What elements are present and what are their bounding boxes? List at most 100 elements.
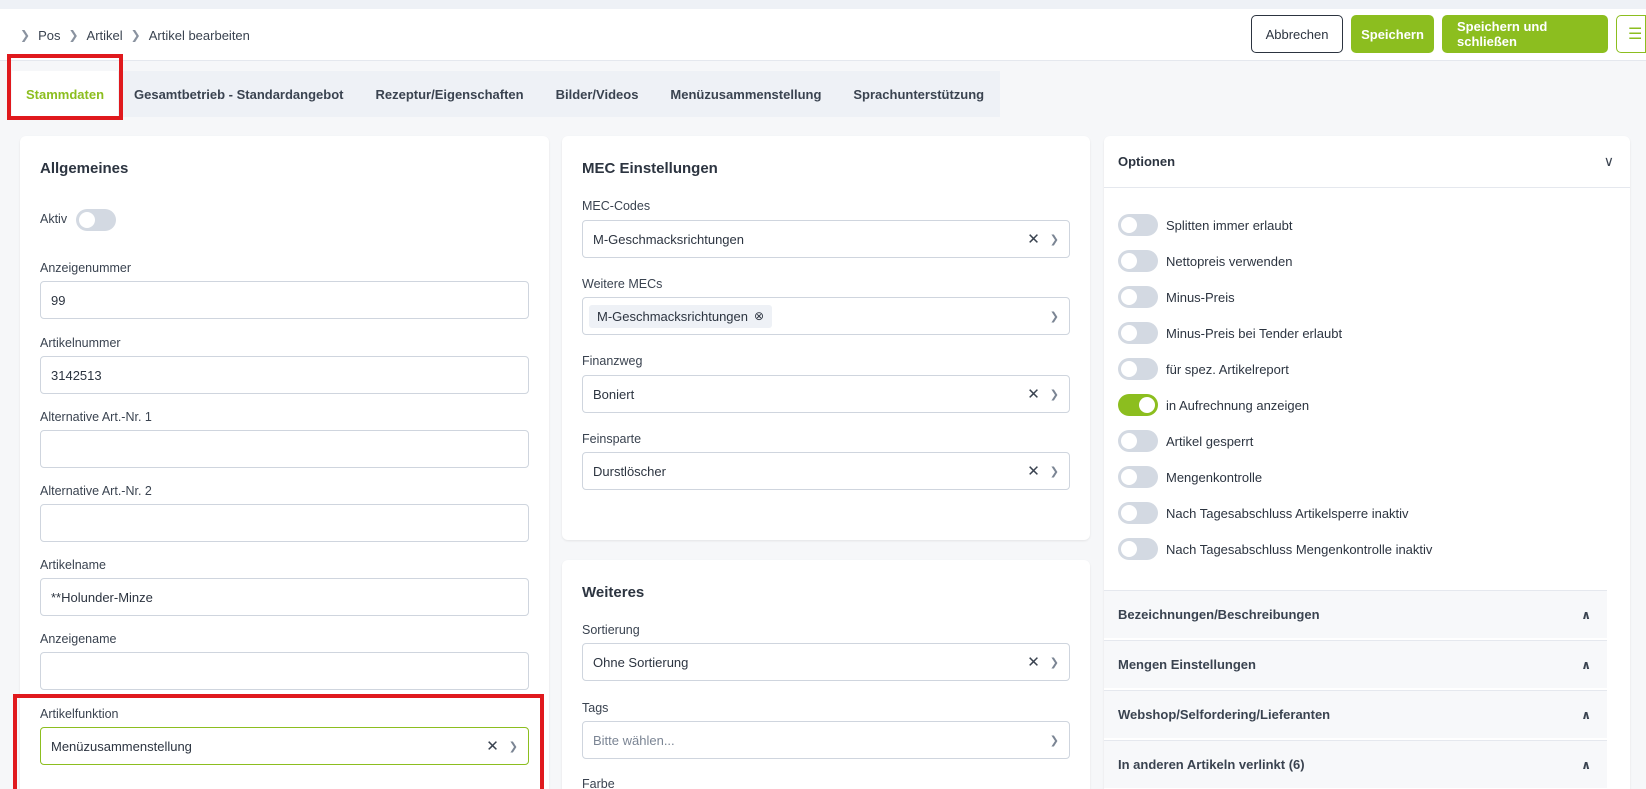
option-toggle[interactable] — [1118, 502, 1158, 524]
clear-icon[interactable]: ✕ — [1027, 462, 1040, 480]
option-row[interactable]: Splitten immer erlaubt — [1118, 214, 1292, 236]
tab-rezeptur[interactable]: Rezeptur/Eigenschaften — [359, 71, 539, 117]
chevron-down-icon[interactable]: ∨ — [1604, 153, 1614, 170]
chevron-up-icon[interactable]: ∧ — [1581, 758, 1591, 772]
finance-select[interactable]: Boniert ✕ ❯ — [582, 375, 1070, 413]
mec-chip: M-Geschmacksrichtungen ⊗ — [589, 304, 773, 328]
option-toggle[interactable] — [1118, 322, 1158, 344]
display-name-input[interactable] — [40, 652, 529, 690]
option-toggle[interactable] — [1118, 286, 1158, 308]
section-bezeichnungen[interactable]: Bezeichnungen/Beschreibungen ∧ — [1104, 590, 1607, 638]
chevron-right-icon: ❯ — [20, 28, 31, 42]
clear-icon[interactable]: ✕ — [486, 737, 499, 755]
mec-codes-label: MEC-Codes — [582, 199, 651, 213]
breadcrumb-artikel[interactable]: Artikel — [87, 28, 123, 43]
more-mecs-label: Weitere MECs — [582, 277, 663, 291]
option-row[interactable]: Minus-Preis bei Tender erlaubt — [1118, 322, 1342, 344]
active-toggle[interactable] — [76, 209, 116, 231]
display-name-label: Anzeigename — [40, 632, 117, 646]
clear-icon[interactable]: ✕ — [1027, 230, 1040, 248]
section-mengen[interactable]: Mengen Einstellungen ∧ — [1104, 640, 1607, 688]
sort-select[interactable]: Ohne Sortierung ✕ ❯ — [582, 643, 1070, 681]
chevron-right-icon: ❯ — [68, 28, 79, 42]
option-toggle[interactable] — [1118, 250, 1158, 272]
clear-icon[interactable]: ✕ — [1027, 385, 1040, 403]
tab-bilder-videos[interactable]: Bilder/Videos — [540, 71, 655, 117]
header-bar: ❯ Pos ❯ Artikel ❯ Artikel bearbeiten Abb… — [0, 9, 1646, 61]
tags-label: Tags — [582, 701, 609, 715]
tab-menuezusammenstellung[interactable]: Menüzusammenstellung — [654, 71, 837, 117]
more-title: Weiteres — [582, 584, 645, 601]
tab-stammdaten[interactable]: Stammdaten — [12, 71, 118, 117]
function-label: Artikelfunktion — [40, 707, 119, 721]
function-select[interactable]: Menüzusammenstellung ✕ ❯ — [40, 727, 529, 765]
option-row[interactable]: Mengenkontrolle — [1118, 466, 1262, 488]
save-button[interactable]: Speichern — [1351, 15, 1434, 53]
breadcrumb-current: Artikel bearbeiten — [148, 27, 250, 43]
chip-remove-icon[interactable]: ⊗ — [754, 309, 764, 323]
chevron-down-icon[interactable]: ❯ — [1050, 388, 1059, 401]
options-card: Optionen ∨ Splitten immer erlaubt Nettop… — [1104, 136, 1630, 789]
tab-gesamtbetrieb[interactable]: Gesamtbetrieb - Standardangebot — [118, 71, 359, 117]
option-toggle[interactable] — [1118, 358, 1158, 380]
option-row[interactable]: Nach Tagesabschluss Artikelsperre inakti… — [1118, 502, 1409, 524]
chevron-down-icon[interactable]: ❯ — [1050, 310, 1059, 323]
display-number-label: Anzeigenummer — [40, 261, 132, 275]
clear-icon[interactable]: ✕ — [1027, 653, 1040, 671]
option-toggle[interactable] — [1118, 214, 1158, 236]
option-row[interactable]: für spez. Artikelreport — [1118, 358, 1289, 380]
tab-sprachunterstuetzung[interactable]: Sprachunterstützung — [837, 71, 1000, 117]
breadcrumb: ❯ Pos ❯ Artikel ❯ Artikel bearbeiten — [20, 9, 250, 61]
option-toggle[interactable] — [1118, 394, 1158, 416]
mec-title: MEC Einstellungen — [582, 160, 718, 177]
chevron-up-icon[interactable]: ∧ — [1581, 608, 1591, 622]
mec-card: MEC Einstellungen MEC-Codes M-Geschmacks… — [562, 136, 1090, 540]
option-row[interactable]: Minus-Preis — [1118, 286, 1235, 308]
division-select[interactable]: Durstlöscher ✕ ❯ — [582, 452, 1070, 490]
chevron-up-icon[interactable]: ∧ — [1581, 708, 1591, 722]
section-webshop[interactable]: Webshop/Selfordering/Lieferanten ∧ — [1104, 690, 1607, 738]
finance-label: Finanzweg — [582, 354, 643, 368]
option-row[interactable]: Nach Tagesabschluss Mengenkontrolle inak… — [1118, 538, 1432, 560]
name-input[interactable]: **Holunder-Minze — [40, 578, 529, 616]
options-header[interactable]: Optionen ∨ — [1104, 136, 1630, 188]
alt2-input[interactable] — [40, 504, 529, 542]
general-title: Allgemeines — [40, 160, 129, 177]
division-label: Feinsparte — [582, 432, 642, 446]
chevron-down-icon[interactable]: ❯ — [1050, 656, 1059, 669]
hamburger-icon[interactable]: ☰ — [1616, 15, 1646, 53]
more-mecs-select[interactable]: M-Geschmacksrichtungen ⊗ ❯ — [582, 297, 1070, 335]
breadcrumb-pos[interactable]: Pos — [38, 28, 60, 43]
alt1-input[interactable] — [40, 430, 529, 468]
display-number-input[interactable]: 99 — [40, 281, 529, 319]
option-toggle[interactable] — [1118, 538, 1158, 560]
option-toggle[interactable] — [1118, 466, 1158, 488]
article-number-input[interactable]: 3142513 — [40, 356, 529, 394]
mec-codes-select[interactable]: M-Geschmacksrichtungen ✕ ❯ — [582, 220, 1070, 258]
article-number-label: Artikelnummer — [40, 336, 121, 350]
tags-select[interactable]: Bitte wählen... ❯ — [582, 721, 1070, 759]
option-row[interactable]: Nettopreis verwenden — [1118, 250, 1292, 272]
chevron-down-icon[interactable]: ❯ — [509, 740, 518, 753]
header-actions: Abbrechen Speichern Speichern und schlie… — [1251, 15, 1646, 53]
top-strip — [0, 0, 1646, 9]
option-row[interactable]: Artikel gesperrt — [1118, 430, 1253, 452]
chevron-down-icon[interactable]: ❯ — [1050, 734, 1059, 747]
option-row[interactable]: in Aufrechnung anzeigen — [1118, 394, 1309, 416]
alt2-label: Alternative Art.-Nr. 2 — [40, 484, 152, 498]
name-label: Artikelname — [40, 558, 106, 572]
general-card: Allgemeines Aktiv Anzeigenummer 99 Artik… — [20, 136, 549, 789]
color-label: Farbe — [582, 777, 615, 789]
save-close-button[interactable]: Speichern und schließen — [1442, 15, 1608, 53]
option-toggle[interactable] — [1118, 430, 1158, 452]
active-label: Aktiv — [40, 212, 68, 226]
chevron-down-icon[interactable]: ❯ — [1050, 233, 1059, 246]
chevron-right-icon: ❯ — [130, 28, 141, 42]
sort-label: Sortierung — [582, 623, 640, 637]
cancel-button[interactable]: Abbrechen — [1251, 15, 1343, 53]
alt1-label: Alternative Art.-Nr. 1 — [40, 410, 152, 424]
section-verlinkt[interactable]: In anderen Artikeln verlinkt (6) ∧ — [1104, 740, 1607, 788]
chevron-down-icon[interactable]: ❯ — [1050, 465, 1059, 478]
tab-bar: Stammdaten Gesamtbetrieb - Standardangeb… — [12, 71, 1001, 117]
chevron-up-icon[interactable]: ∧ — [1581, 658, 1591, 672]
